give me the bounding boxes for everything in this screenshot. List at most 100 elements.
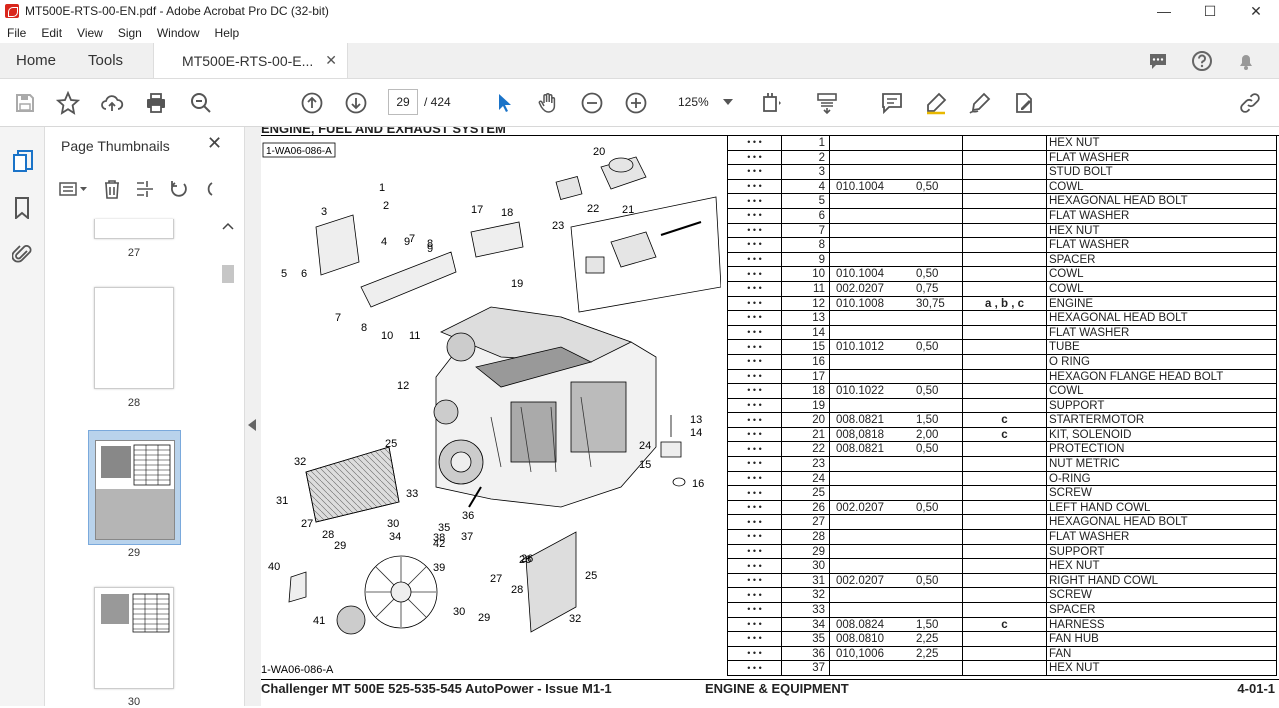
table-row: • • • 13 HEXAGONAL HEAD BOLT [727,311,1277,326]
panel-collapse-bar[interactable] [245,127,261,706]
part-code [830,472,916,486]
callout-number: 18 [501,207,513,219]
part-description: O-RING [1047,471,1277,486]
part-qty [916,603,963,617]
page-thumbnails-icon[interactable] [12,149,34,173]
upload-cloud-icon[interactable] [100,91,124,115]
draw-freehand-icon[interactable] [968,91,992,115]
menu-edit[interactable]: Edit [34,26,70,40]
part-note [963,165,1047,179]
select-cursor-icon[interactable] [492,91,516,115]
rotate-clockwise-icon[interactable] [203,179,213,199]
part-code [830,486,916,500]
menu-view[interactable]: View [70,26,111,40]
close-window-button[interactable]: ✕ [1233,0,1279,22]
highlight-pen-icon[interactable] [924,91,948,115]
attachments-icon[interactable] [12,243,32,265]
part-description: FLAT WASHER [1047,530,1277,544]
panel-scrollbar-thumb[interactable] [222,265,234,283]
tab-tools[interactable]: Tools [72,43,139,78]
share-link-icon[interactable] [1238,91,1262,115]
minimize-button[interactable]: — [1141,0,1187,22]
bookmark-star-icon[interactable] [56,91,80,115]
fill-sign-icon[interactable] [1012,91,1036,115]
menu-file[interactable]: File [0,26,34,40]
part-description: COWL [1047,281,1277,296]
scroll-mode-icon[interactable] [815,91,839,115]
tab-home[interactable]: Home [0,43,72,78]
part-description: COWL [1047,267,1277,281]
bookmarks-icon[interactable] [14,197,30,219]
table-row: • • • 9 SPACER [727,252,1277,268]
footer-page-ref: 4-01-1 [1237,681,1275,696]
part-code [830,151,916,165]
part-qty: 0,50 [916,384,963,398]
close-tab-icon[interactable]: ✕ [325,52,337,69]
thumbnail-30-content [101,593,170,633]
delete-page-icon[interactable] [103,179,121,199]
part-code [830,326,916,340]
part-number: 21 [782,427,830,442]
part-number: 27 [782,515,830,530]
page-number-input[interactable]: 29 [388,89,418,115]
document-page[interactable]: ENGINE, FUEL AND EXHAUST SYSTEM 1-WA06-0… [261,127,1279,706]
chevron-down-icon [722,99,733,105]
close-panel-icon[interactable]: ✕ [207,133,222,154]
part-number: 17 [782,369,830,384]
part-description: PROTECTION [1047,442,1277,457]
menu-sign[interactable]: Sign [111,26,150,40]
part-description: FAN [1047,646,1277,661]
part-number: 28 [782,530,830,544]
table-row: • • • 33 SPACER [727,603,1277,618]
extract-page-icon[interactable] [135,179,155,199]
menu-window[interactable]: Window [150,26,208,40]
table-row: • • • 12 010.1008 30,75 a , b , c ENGINE [727,296,1277,312]
row-dots: • • • [727,296,782,311]
tab-document[interactable]: MT500E-RTS-00-E... ✕ [153,43,349,78]
part-code [830,530,916,544]
part-qty: 0,50 [916,573,963,588]
rotate-page-icon[interactable] [169,179,189,199]
part-number: 6 [782,208,830,223]
callout-number: 30 [387,518,399,530]
thumbnail-options-icon[interactable] [59,181,89,197]
part-description: SPACER [1047,603,1277,617]
save-icon[interactable] [13,91,37,115]
help-icon[interactable] [1191,50,1213,72]
callout-number: 11 [409,330,420,342]
table-row: • • • 29 SUPPORT [727,544,1277,560]
part-number: 8 [782,238,830,252]
notification-bell-icon[interactable] [1235,50,1257,72]
print-icon[interactable] [144,91,168,115]
left-navigation-rail [0,127,45,706]
maximize-button[interactable]: ☐ [1187,0,1233,22]
thumbnail-page-27[interactable] [94,219,174,239]
hand-tool-icon[interactable] [536,91,560,115]
row-dots: • • • [727,165,782,179]
thumbnail-label-27: 27 [127,247,141,259]
zoom-out-icon[interactable] [580,91,604,115]
next-page-icon[interactable] [344,91,368,115]
thumbnail-page-28[interactable] [94,287,174,389]
part-note [963,354,1047,369]
comment-icon[interactable] [1147,50,1169,72]
zoom-in-icon[interactable] [624,91,648,115]
add-comment-icon[interactable] [880,91,904,115]
panel-scroll-up-icon[interactable] [222,222,234,230]
part-number: 29 [782,544,830,559]
thumbnail-page-30[interactable] [94,587,174,689]
zoom-level-select[interactable]: 125% [676,89,738,115]
collapse-arrow-icon[interactable] [248,419,257,431]
part-note: c [963,413,1047,427]
zoom-search-icon[interactable] [189,91,213,115]
part-description: NUT METRIC [1047,457,1277,471]
zoom-level-value: 125% [678,95,709,109]
menu-bar: File Edit View Sign Window Help [0,22,1279,43]
previous-page-icon[interactable] [300,91,324,115]
callout-number: 24 [639,440,651,452]
menu-help[interactable]: Help [208,26,248,40]
thumbnail-page-29-selected[interactable] [88,430,181,545]
part-code: 010.1004 [836,180,884,193]
row-dots: • • • [727,384,782,398]
page-view-icon[interactable] [760,91,784,115]
